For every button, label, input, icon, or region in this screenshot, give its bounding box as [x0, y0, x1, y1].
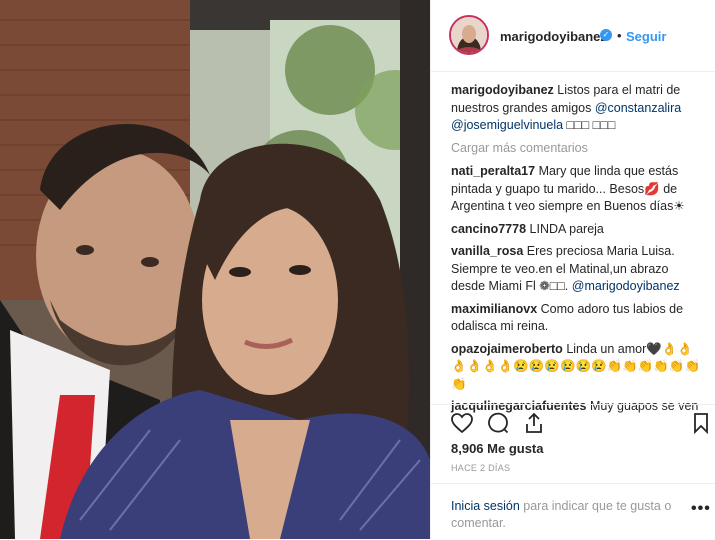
verified-check-icon: ✓: [600, 29, 612, 41]
comment-text: LINDA pareja: [529, 221, 604, 236]
login-prompt-bar: Inicia sesión para indicar que te gusta …: [431, 483, 715, 540]
caption-username[interactable]: marigodoyibanez: [451, 83, 554, 97]
comment: nati_peralta17 Mary que linda que estás …: [451, 163, 701, 216]
post-timestamp[interactable]: HACE 2 DÍAS: [451, 463, 510, 473]
comment-username[interactable]: vanilla_rosa: [451, 244, 523, 258]
follow-button[interactable]: Seguir: [626, 29, 666, 44]
comment-username[interactable]: maximilianovx: [451, 302, 537, 316]
caption-suffix: □□□ □□□: [566, 118, 616, 132]
login-prompt: Inicia sesión para indicar que te gusta …: [451, 498, 681, 532]
caption-mention[interactable]: @constanzalira: [595, 101, 681, 115]
comment-mention[interactable]: @marigodoyibanez: [572, 279, 680, 293]
instagram-post: marigodoyibanez ✓ • Seguir marigodoyiban…: [0, 0, 715, 539]
comment-username[interactable]: nati_peralta17: [451, 164, 535, 178]
username-link[interactable]: marigodoyibanez: [500, 29, 607, 44]
share-icon[interactable]: [522, 411, 546, 435]
comment: vanilla_rosa Eres preciosa Maria Luisa. …: [451, 243, 701, 296]
likes-count[interactable]: 8,906 Me gusta: [451, 441, 544, 456]
comment: cancino7778 LINDA pareja: [451, 221, 701, 239]
selfie-photo-illustration: [0, 0, 430, 539]
heart-icon[interactable]: [450, 411, 474, 435]
comments-list: marigodoyibanez Listos para el matri de …: [451, 82, 701, 421]
comment-icon[interactable]: [486, 411, 510, 435]
avatar-image: [451, 17, 487, 53]
more-options-icon[interactable]: •••: [691, 500, 711, 518]
comment-username[interactable]: cancino7778: [451, 222, 526, 236]
comment: opazojaimeroberto Linda un amor🖤👌👌 👌👌👌👌😢…: [451, 341, 701, 394]
separator-dot: •: [617, 28, 622, 43]
caption: marigodoyibanez Listos para el matri de …: [451, 82, 701, 135]
login-link[interactable]: Inicia sesión: [451, 499, 520, 513]
action-bar: [431, 404, 715, 435]
bookmark-icon[interactable]: [689, 411, 713, 435]
post-side-panel: marigodoyibanez ✓ • Seguir marigodoyiban…: [430, 0, 715, 539]
comment: maximilianovx Como adoro tus labios de o…: [451, 301, 701, 336]
post-header: marigodoyibanez ✓ • Seguir: [431, 0, 715, 72]
post-photo[interactable]: [0, 0, 430, 539]
load-more-comments-button[interactable]: Cargar más comentarios: [451, 140, 701, 158]
avatar[interactable]: [449, 15, 489, 55]
comment-username[interactable]: opazojaimeroberto: [451, 342, 563, 356]
caption-mention[interactable]: @josemiguelvinuela: [451, 118, 563, 132]
